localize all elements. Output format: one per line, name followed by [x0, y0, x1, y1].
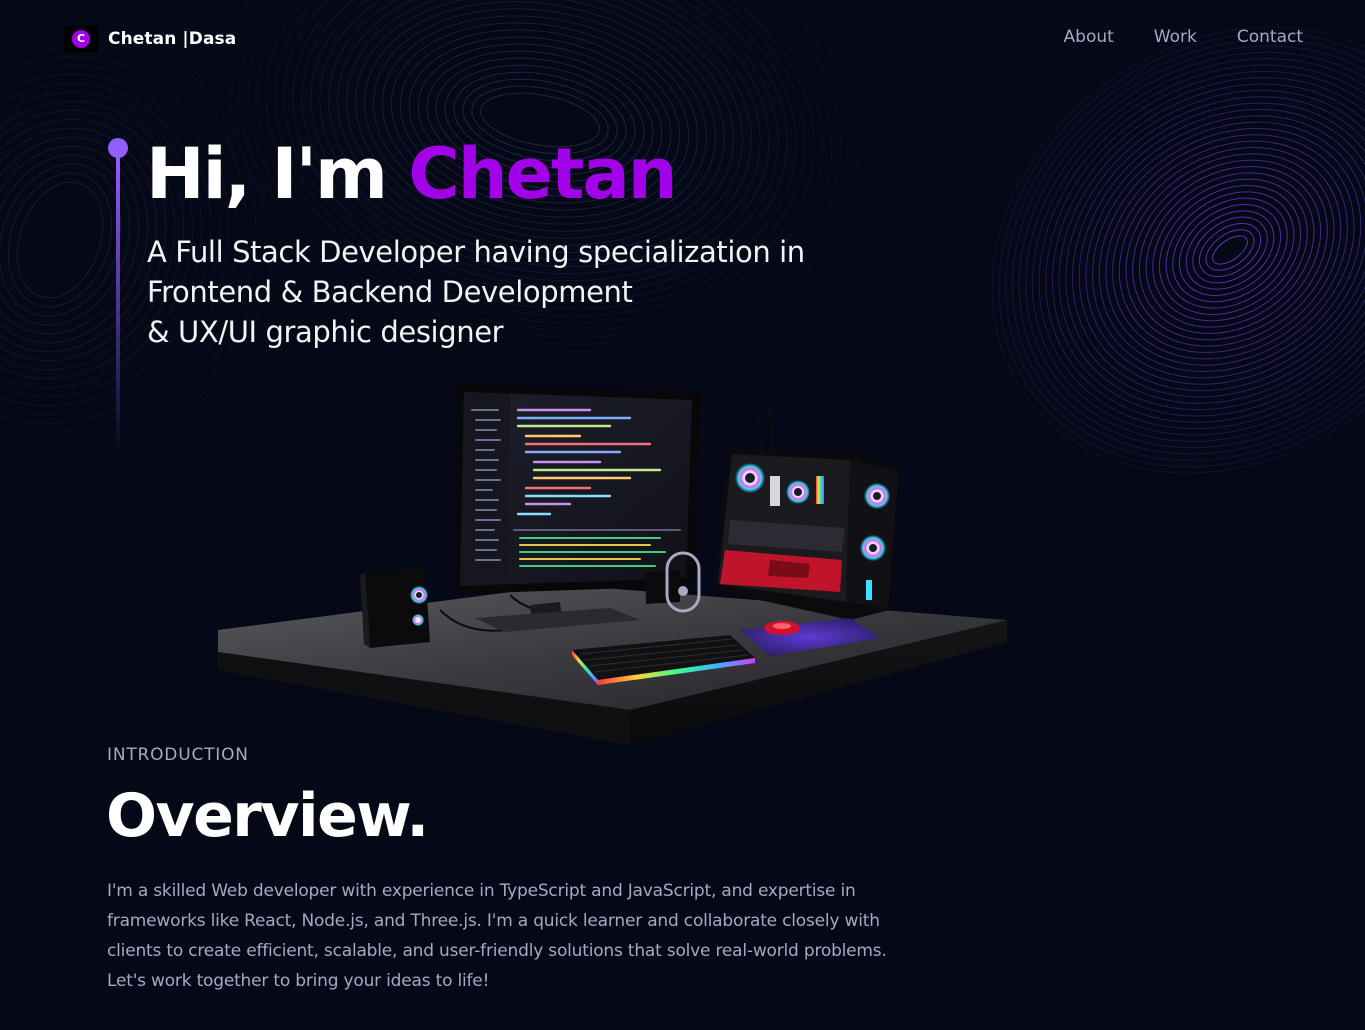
wave-ring: [1178, 204, 1282, 296]
nav-link-contact[interactable]: Contact: [1237, 27, 1303, 47]
computer-desk-3d[interactable]: [210, 380, 1020, 755]
wave-ring: [1185, 210, 1275, 290]
hero-subtitle-line: A Full Stack Developer having specializa…: [147, 235, 805, 269]
wave-ring: [16, 181, 104, 299]
wave-ring: [1045, 77, 1365, 423]
hero-title: Hi, I'm Chetan: [146, 130, 678, 218]
logo-letter: C: [72, 30, 90, 48]
hero-greeting: Hi, I'm: [146, 133, 409, 215]
wave-ring: [1058, 89, 1365, 411]
wave-ring: [1212, 235, 1248, 265]
wave-ring: [1105, 134, 1355, 366]
wave-ring: [1158, 185, 1302, 315]
logo-link[interactable]: C Chetan |Dasa: [64, 26, 236, 52]
monitor: [454, 384, 700, 594]
nav-link-work[interactable]: Work: [1154, 27, 1197, 47]
wave-ring: [1205, 229, 1255, 271]
hero-vertical-line: [116, 156, 120, 456]
section-title: Overview.: [106, 781, 429, 851]
wave-ring: [0, 145, 140, 335]
nav-link-about[interactable]: About: [1064, 27, 1114, 47]
pc-case: [715, 407, 900, 620]
wave-ring: [1132, 159, 1328, 341]
wave-ring: [1152, 178, 1308, 322]
hero-name: Chetan: [408, 133, 677, 215]
nav-links: About Work Contact: [1064, 27, 1303, 47]
hero-subtitle-line: Frontend & Backend Development: [147, 275, 633, 309]
hero-subtitle: A Full Stack Developer having specializa…: [147, 232, 907, 352]
wave-ring: [1172, 197, 1288, 303]
speaker: [360, 568, 430, 648]
wave-ring: [1165, 191, 1295, 309]
overview-text: I'm a skilled Web developer with experie…: [107, 881, 887, 991]
small-speaker: [645, 570, 680, 604]
logo-c-icon: C: [64, 26, 98, 52]
wave-ring: [1112, 140, 1348, 360]
wave-ring: [1198, 222, 1262, 278]
navbar: C Chetan |Dasa About Work Contact: [0, 0, 1365, 78]
logo-text: Chetan |Dasa: [108, 29, 237, 49]
section-label: INTRODUCTION: [107, 745, 249, 765]
wave-ring: [1051, 83, 1365, 417]
hero-line-dot: [108, 138, 128, 158]
hero-subtitle-line: & UX/UI graphic designer: [147, 315, 504, 349]
